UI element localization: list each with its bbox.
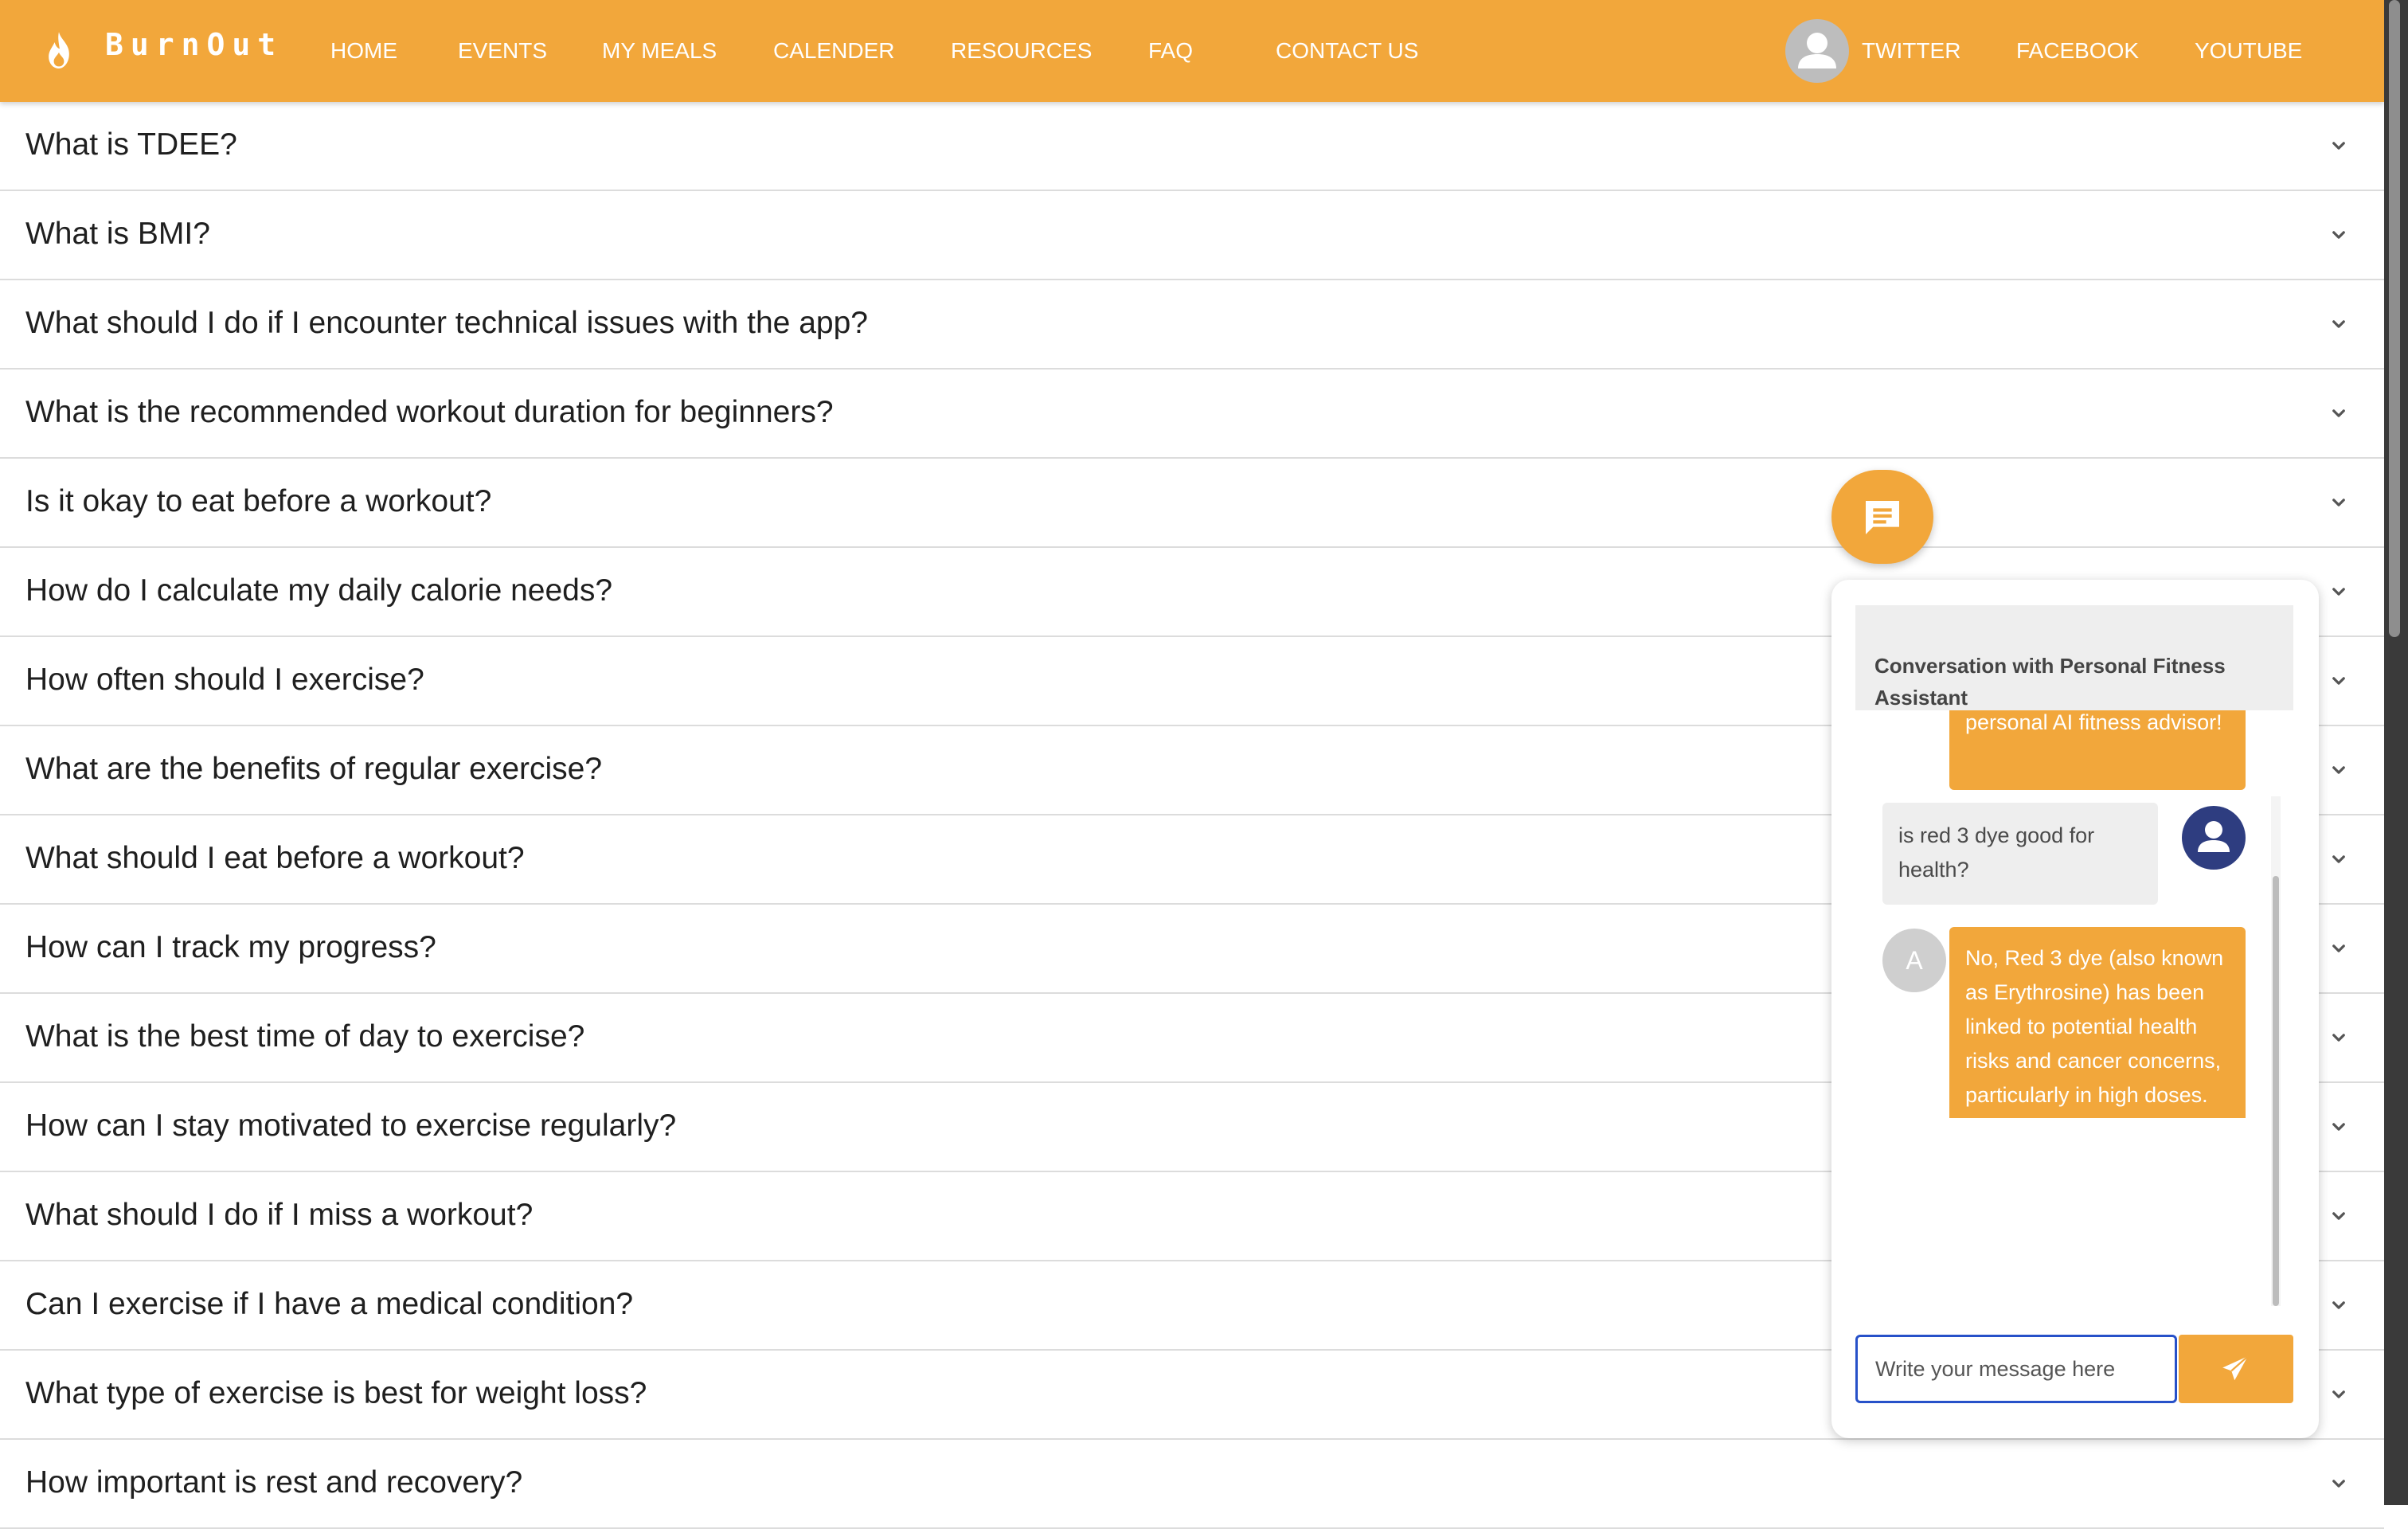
faq-question: What is the best time of day to exercise… <box>25 1019 585 1054</box>
chevron-down-icon[interactable] <box>2327 312 2351 336</box>
nav-my-meals[interactable]: MY MEALS <box>602 35 717 67</box>
nav-home[interactable]: HOME <box>330 35 397 67</box>
faq-question: Can I exercise if I have a medical condi… <box>25 1287 634 1321</box>
chevron-down-icon[interactable] <box>2327 1382 2351 1406</box>
nav-calender[interactable]: CALENDER <box>773 35 894 67</box>
faq-question: How can I stay motivated to exercise reg… <box>25 1109 677 1143</box>
brand-name[interactable]: BurnOut <box>105 27 283 62</box>
chevron-down-icon[interactable] <box>2327 847 2351 871</box>
chevron-down-icon[interactable] <box>2327 134 2351 158</box>
chevron-down-icon[interactable] <box>2327 1472 2351 1496</box>
nav-resources[interactable]: RESOURCES <box>951 35 1092 67</box>
chat-title: Conversation with Personal Fitness Assis… <box>1874 654 2226 710</box>
faq-question: Is it okay to eat before a workout? <box>25 484 492 518</box>
bot-avatar: A <box>1882 929 1946 992</box>
faq-item[interactable]: What is the recommended workout duration… <box>0 370 2384 459</box>
chat-header: Conversation with Personal Fitness Assis… <box>1855 605 2293 710</box>
chat-icon <box>1866 501 1899 534</box>
chevron-down-icon[interactable] <box>2327 1293 2351 1317</box>
faq-question: What should I do if I miss a workout? <box>25 1198 534 1232</box>
chevron-down-icon[interactable] <box>2327 937 2351 960</box>
nav-faq[interactable]: FAQ <box>1148 35 1193 67</box>
user-avatar <box>2182 806 2246 870</box>
chevron-down-icon[interactable] <box>2327 1115 2351 1139</box>
person-icon <box>2198 821 2230 852</box>
chat-panel: Conversation with Personal Fitness Assis… <box>1831 580 2319 1438</box>
faq-item[interactable]: What is TDEE? <box>0 102 2384 191</box>
chevron-down-icon[interactable] <box>2327 401 2351 425</box>
person-icon <box>1798 33 1836 68</box>
user-avatar-icon[interactable] <box>1785 19 1849 83</box>
bot-message: No, Red 3 dye (also known as Erythrosine… <box>1949 927 2246 1118</box>
send-icon <box>2222 1355 2249 1381</box>
nav-events[interactable]: EVENTS <box>458 35 547 67</box>
send-button[interactable] <box>2179 1335 2293 1403</box>
faq-question: What is TDEE? <box>25 127 237 162</box>
flame-icon <box>49 32 69 68</box>
chat-message-input[interactable] <box>1855 1335 2177 1403</box>
faq-item[interactable]: Is it okay to eat before a workout? <box>0 459 2384 548</box>
chevron-down-icon[interactable] <box>2327 580 2351 604</box>
chat-scrollbar[interactable] <box>2271 796 2281 1306</box>
chevron-down-icon[interactable] <box>2327 491 2351 514</box>
faq-item[interactable]: How important is rest and recovery? <box>0 1440 2384 1529</box>
faq-question: What should I eat before a workout? <box>25 841 525 875</box>
faq-question: What should I do if I encounter technica… <box>25 306 868 340</box>
scrollbar-thumb[interactable] <box>2389 0 2400 637</box>
faq-question: What are the benefits of regular exercis… <box>25 752 603 786</box>
brand-logo[interactable] <box>41 29 76 73</box>
faq-item[interactable]: What is BMI? <box>0 191 2384 280</box>
chat-scrollbar-thumb[interactable] <box>2273 876 2279 1306</box>
page-scrollbar[interactable] <box>2384 0 2408 1505</box>
faq-question: What type of exercise is best for weight… <box>25 1376 647 1410</box>
nav-facebook[interactable]: FACEBOOK <box>2016 35 2139 67</box>
faq-question: How can I track my progress? <box>25 930 436 964</box>
chat-messages[interactable]: personal AI fitness advisor! is red 3 dy… <box>1855 710 2293 1118</box>
faq-question: How important is rest and recovery? <box>25 1465 523 1500</box>
top-navbar: BurnOut HOME EVENTS MY MEALS CALENDER RE… <box>0 0 2384 102</box>
chevron-down-icon[interactable] <box>2327 1204 2351 1228</box>
chevron-down-icon[interactable] <box>2327 1026 2351 1050</box>
faq-question: How often should I exercise? <box>25 663 424 697</box>
user-message: is red 3 dye good for health? <box>1882 803 2158 905</box>
chevron-down-icon[interactable] <box>2327 758 2351 782</box>
chevron-down-icon[interactable] <box>2327 669 2351 693</box>
nav-contact-us[interactable]: CONTACT US <box>1276 35 1418 67</box>
faq-item[interactable]: What should I do if I encounter technica… <box>0 280 2384 370</box>
bot-message: personal AI fitness advisor! <box>1949 710 2246 790</box>
faq-question: What is the recommended workout duration… <box>25 395 834 429</box>
nav-youtube[interactable]: YOUTUBE <box>2195 35 2302 67</box>
chat-toggle-button[interactable] <box>1831 470 1933 564</box>
faq-question: What is BMI? <box>25 217 210 251</box>
nav-twitter[interactable]: TWITTER <box>1862 35 1960 67</box>
faq-question: How do I calculate my daily calorie need… <box>25 573 613 608</box>
chevron-down-icon[interactable] <box>2327 223 2351 247</box>
